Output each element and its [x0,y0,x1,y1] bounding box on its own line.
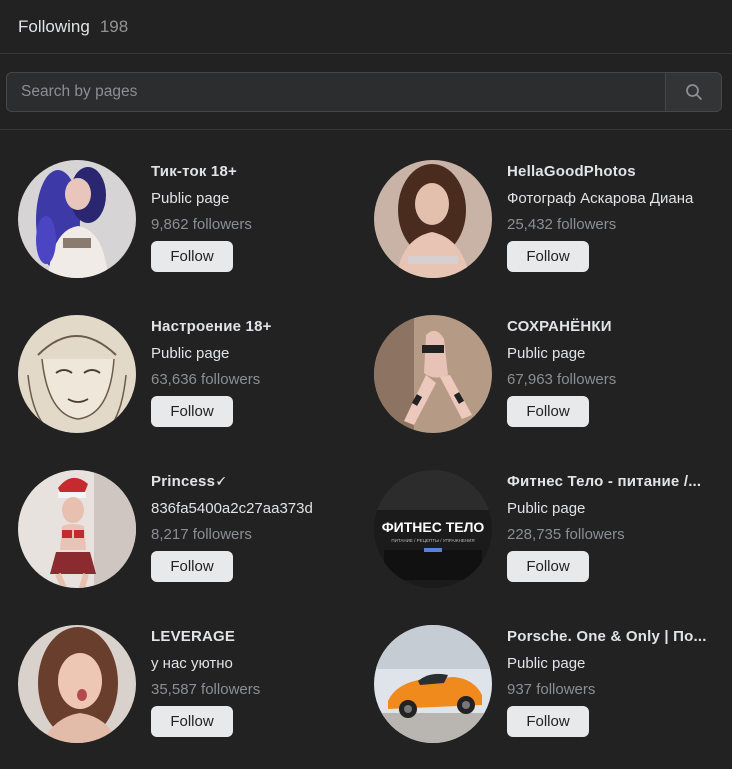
page-avatar[interactable] [374,315,492,433]
followers-count: 9,862 followers [151,216,252,233]
page-card: Тик-ток 18+ Public page 9,862 followers … [18,160,374,290]
follow-button[interactable]: Follow [151,241,233,272]
follow-button[interactable]: Follow [507,241,589,272]
page-subtitle: Public page [507,655,586,672]
avatar-girl-selfie [18,625,136,743]
page-subtitle: Фотограф Аскарова Диана [507,190,694,207]
following-count: 198 [99,16,129,36]
search-button[interactable] [665,73,721,111]
followers-count: 67,963 followers [507,371,617,388]
page-card: СОХРАНЁНКИ Public page 67,963 followers … [374,315,730,445]
page-info: Princess🗸 836fa5400a2c27aa373d 8,217 fol… [151,473,356,582]
followers-count: 937 followers [507,681,596,698]
follow-button[interactable]: Follow [507,706,589,737]
fitness-logo-text: ФИТНЕС ТЕЛО [382,519,485,535]
page-name[interactable]: Настроение 18+ [151,318,356,338]
avatar-legs-photo [374,315,492,433]
following-list: Тик-ток 18+ Public page 9,862 followers … [0,130,732,769]
page-card: HellaGoodPhotos Фотограф Аскарова Диана … [374,160,730,290]
follow-button[interactable]: Follow [151,551,233,582]
avatar-santa-hat-selfie [18,470,136,588]
avatar-blue-hair-woman [18,160,136,278]
follow-button[interactable]: Follow [151,706,233,737]
page-name[interactable]: HellaGoodPhotos [507,163,712,183]
page-card: Настроение 18+ Public page 63,636 follow… [18,315,374,445]
avatar-woman-portrait [374,160,492,278]
page-subtitle: Public page [151,345,230,362]
followers-count: 35,587 followers [151,681,261,698]
avatar-sketch-drawing [18,315,136,433]
page-avatar[interactable] [18,470,136,588]
page-name[interactable]: Porsche. One & Only | По... [507,628,712,648]
page-subtitle: Public page [507,345,586,362]
page-card: ФИТНЕС ТЕЛО ПИТАНИЕ / РЕЦЕПТЫ / УПРАЖНЕН… [374,470,730,600]
fitness-logo-subtext: ПИТАНИЕ / РЕЦЕПТЫ / УПРАЖНЕНИЯ [391,538,474,543]
page-info: СОХРАНЁНКИ Public page 67,963 followers … [507,318,712,427]
page-info: Фитнес Тело - питание /... Public page 2… [507,473,712,582]
page-subtitle: 836fa5400a2c27aa373d [151,500,313,517]
page-info: LEVERAGE у нас уютно 35,587 followers Fo… [151,628,356,737]
follow-button[interactable]: Follow [151,396,233,427]
page-avatar[interactable] [18,315,136,433]
followers-count: 25,432 followers [507,216,617,233]
page-subtitle: Public page [507,500,586,517]
page-name[interactable]: Фитнес Тело - питание /... [507,473,712,493]
page-card: LEVERAGE у нас уютно 35,587 followers Fo… [18,625,374,755]
search-input[interactable] [7,73,665,111]
page-info: Тик-ток 18+ Public page 9,862 followers … [151,163,356,272]
page-avatar[interactable] [374,625,492,743]
followers-count: 8,217 followers [151,526,252,543]
page-info: Настроение 18+ Public page 63,636 follow… [151,318,356,427]
search-bar [0,54,732,130]
page-name[interactable]: LEVERAGE [151,628,356,648]
page-info: Porsche. One & Only | По... Public page … [507,628,712,737]
follow-button[interactable]: Follow [507,396,589,427]
search-box [6,72,722,112]
avatar-orange-car [374,625,492,743]
page-subtitle: Public page [151,190,230,207]
page-info: HellaGoodPhotos Фотограф Аскарова Диана … [507,163,712,272]
page-avatar[interactable] [374,160,492,278]
page-title: Following [18,16,90,36]
page-avatar[interactable] [18,160,136,278]
page-card: Porsche. One & Only | По... Public page … [374,625,730,755]
page-header: Following 198 [0,0,732,54]
page-avatar[interactable]: ФИТНЕС ТЕЛО ПИТАНИЕ / РЕЦЕПТЫ / УПРАЖНЕН… [374,470,492,588]
page-name[interactable]: СОХРАНЁНКИ [507,318,712,338]
page-avatar[interactable] [18,625,136,743]
page-name[interactable]: Princess🗸 [151,473,356,493]
follow-button[interactable]: Follow [507,551,589,582]
page-subtitle: у нас уютно [151,655,233,672]
followers-count: 228,735 followers [507,526,625,543]
page-name[interactable]: Тик-ток 18+ [151,163,356,183]
search-icon [685,84,702,100]
avatar-fitness-logo: ФИТНЕС ТЕЛО ПИТАНИЕ / РЕЦЕПТЫ / УПРАЖНЕН… [374,470,492,588]
page-card: Princess🗸 836fa5400a2c27aa373d 8,217 fol… [18,470,374,600]
followers-count: 63,636 followers [151,371,261,388]
